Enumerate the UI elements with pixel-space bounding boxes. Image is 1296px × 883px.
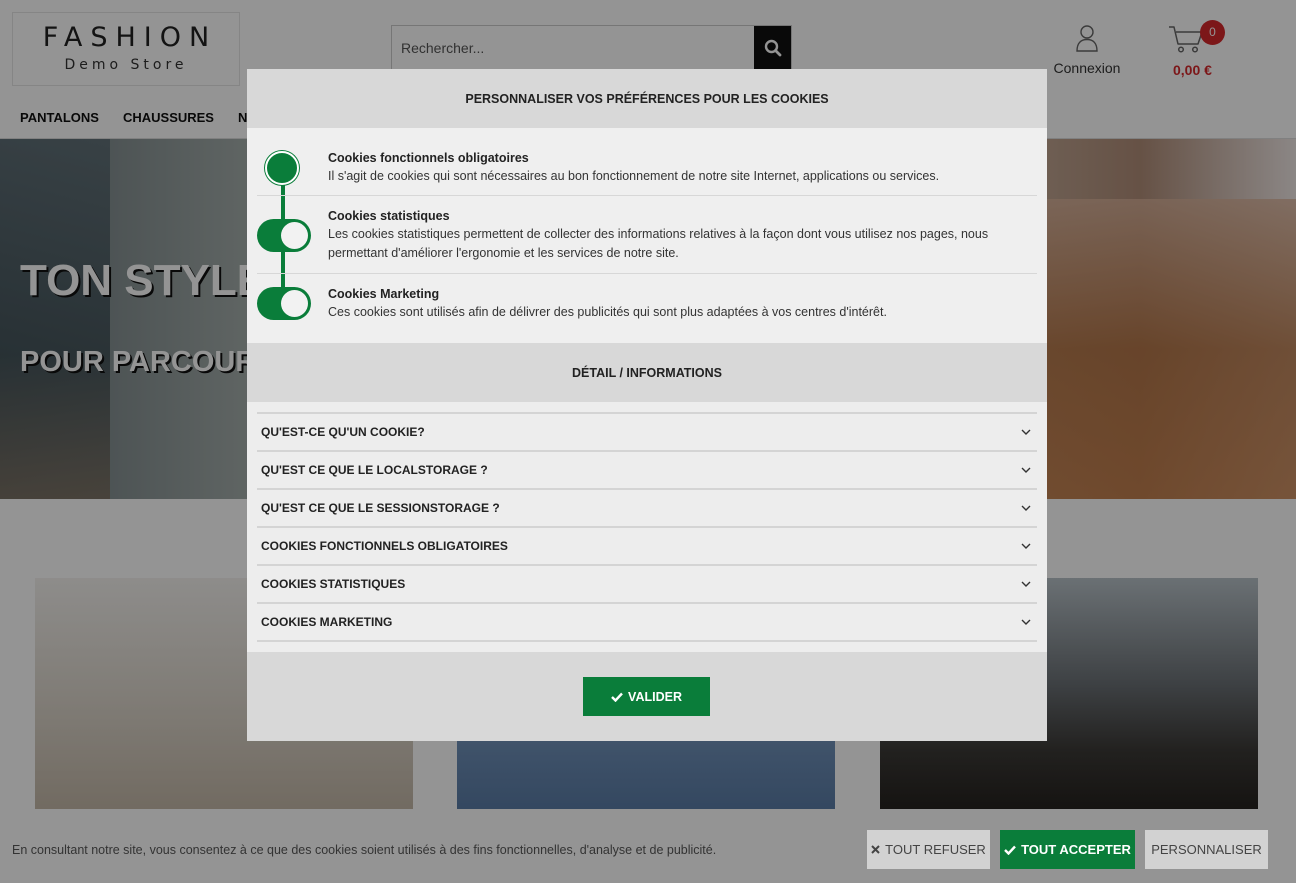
preference-title: Cookies statistiques	[328, 209, 450, 223]
chevron-down-icon	[1021, 619, 1031, 625]
accordion-label: QU'EST-CE QU'UN COOKIE?	[261, 425, 425, 439]
accordion-item-statistics-cookies[interactable]: COOKIES STATISTIQUES	[257, 566, 1037, 604]
refuse-all-label: TOUT REFUSER	[885, 842, 986, 857]
refuse-all-button[interactable]: TOUT REFUSER	[867, 830, 990, 869]
detail-section-title: DÉTAIL / INFORMATIONS	[247, 343, 1047, 402]
accept-all-label: TOUT ACCEPTER	[1021, 842, 1131, 857]
accordion-item-sessionstorage[interactable]: QU'EST CE QUE LE SESSIONSTORAGE ?	[257, 490, 1037, 528]
preference-functional: Cookies fonctionnels obligatoires Il s'a…	[257, 143, 1037, 196]
statistics-toggle[interactable]	[257, 219, 311, 252]
accordion-label: QU'EST CE QUE LE SESSIONSTORAGE ?	[261, 501, 500, 515]
preference-title: Cookies Marketing	[328, 287, 440, 301]
accordion-item-functional-cookies[interactable]: COOKIES FONCTIONNELS OBLIGATOIRES	[257, 528, 1037, 566]
customize-button[interactable]: PERSONNALISER	[1145, 830, 1268, 869]
preference-statistics: Cookies statistiques Les cookies statist…	[257, 196, 1037, 274]
accordion-item-marketing-cookies[interactable]: COOKIES MARKETING	[257, 604, 1037, 642]
preference-description: Ces cookies sont utilisés afin de délivr…	[328, 305, 887, 319]
chevron-down-icon	[1021, 467, 1031, 473]
accordion-label: COOKIES MARKETING	[261, 615, 393, 629]
accordion-label: COOKIES STATISTIQUES	[261, 577, 406, 591]
toggle-knob	[281, 222, 308, 249]
close-icon	[871, 845, 880, 854]
accordion-item-what-is-cookie[interactable]: QU'EST-CE QU'UN COOKIE?	[257, 414, 1037, 452]
modal-title: PERSONNALISER VOS PRÉFÉRENCES POUR LES C…	[247, 69, 1047, 128]
customize-label: PERSONNALISER	[1151, 842, 1262, 857]
info-accordion: QU'EST-CE QU'UN COOKIE? QU'EST CE QUE LE…	[257, 412, 1037, 652]
chevron-down-icon	[1021, 543, 1031, 549]
validate-label: VALIDER	[628, 689, 682, 704]
chevron-down-icon	[1021, 429, 1031, 435]
preference-description: Il s'agit de cookies qui sont nécessaire…	[328, 169, 940, 183]
preference-title: Cookies fonctionnels obligatoires	[328, 151, 529, 165]
accept-all-button[interactable]: TOUT ACCEPTER	[1000, 830, 1135, 869]
marketing-toggle[interactable]	[257, 287, 311, 320]
accordion-item-localstorage[interactable]: QU'EST CE QUE LE LOCALSTORAGE ?	[257, 452, 1037, 490]
accordion-label: COOKIES FONCTIONNELS OBLIGATOIRES	[261, 539, 508, 553]
modal-footer: VALIDER	[247, 652, 1047, 741]
toggle-knob	[281, 290, 308, 317]
preference-description: Les cookies statistiques permettent de c…	[328, 227, 989, 260]
cookie-preferences-modal: PERSONNALISER VOS PRÉFÉRENCES POUR LES C…	[247, 69, 1047, 741]
cookie-banner-text: En consultant notre site, vous consentez…	[12, 843, 717, 857]
validate-button[interactable]: VALIDER	[583, 677, 710, 716]
chevron-down-icon	[1021, 581, 1031, 587]
chevron-down-icon	[1021, 505, 1031, 511]
preferences-list: Cookies fonctionnels obligatoires Il s'a…	[247, 128, 1047, 343]
accordion-label: QU'EST CE QUE LE LOCALSTORAGE ?	[261, 463, 488, 477]
check-icon	[1004, 845, 1016, 855]
check-icon	[611, 692, 623, 702]
preference-marketing: Cookies Marketing Ces cookies sont utili…	[257, 274, 1037, 334]
functional-locked-toggle	[265, 151, 299, 185]
